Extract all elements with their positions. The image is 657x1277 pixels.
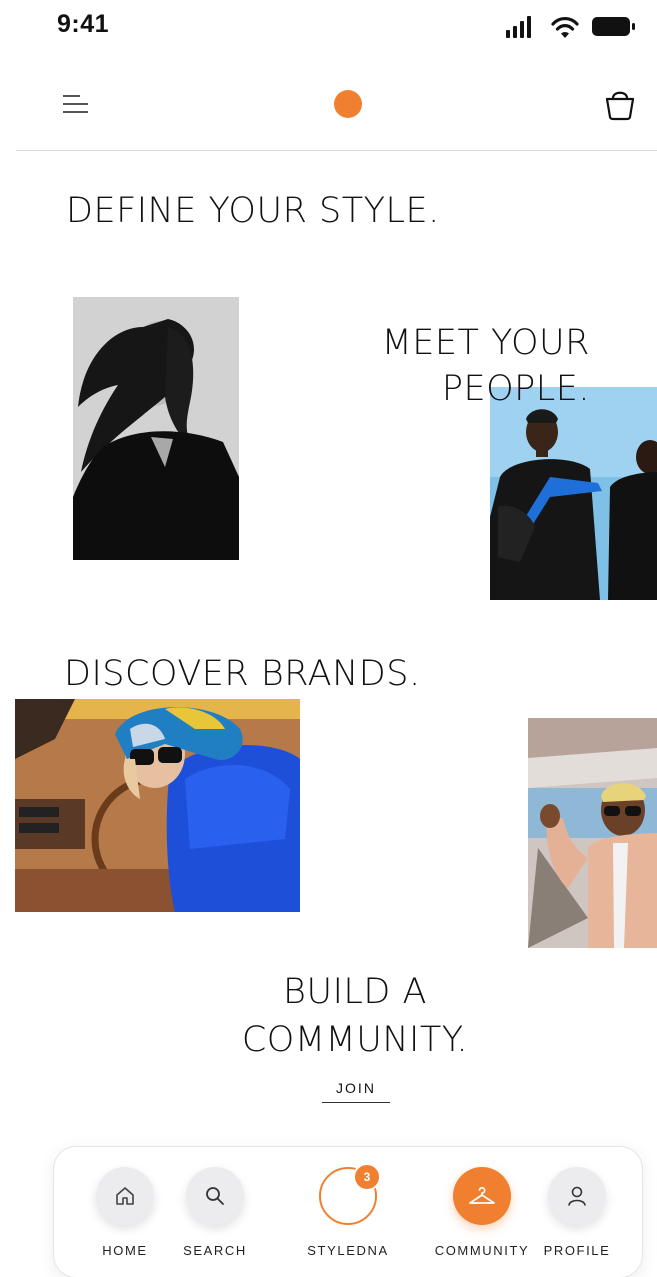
user-icon[interactable]	[548, 1167, 606, 1225]
menu-icon[interactable]	[62, 92, 90, 116]
status-time: 9:41	[57, 10, 110, 38]
nav-item-search[interactable]: SEARCH	[160, 1147, 270, 1277]
nav-item-community[interactable]: COMMUNITY	[427, 1147, 537, 1277]
headline-build-community: BUILD A COMMUNITY.	[241, 972, 469, 1060]
notification-badge: 3	[353, 1163, 381, 1191]
headline-discover-brands: DISCOVER BRANDS.	[64, 654, 421, 694]
nav-item-profile[interactable]: PROFILE	[522, 1147, 632, 1277]
photo-man-on-bus	[528, 718, 657, 948]
nav-label-search: SEARCH	[183, 1243, 247, 1258]
photo-men-streetwear	[490, 387, 657, 600]
styledna-ring-icon[interactable]: 3	[319, 1163, 381, 1225]
brand-logo[interactable]	[334, 90, 362, 118]
wifi-icon	[551, 17, 579, 38]
nav-label-profile: PROFILE	[543, 1243, 611, 1258]
header-divider	[16, 150, 657, 151]
photo-woman-windswept-hair	[73, 297, 239, 560]
join-link[interactable]: JOIN	[322, 1080, 390, 1103]
shopping-bag-icon[interactable]	[602, 86, 638, 122]
search-icon[interactable]	[186, 1167, 244, 1225]
headline-define-style: DEFINE YOUR STYLE.	[66, 191, 440, 231]
signal-icon	[506, 16, 531, 38]
photo-woman-in-car	[15, 699, 300, 912]
hanger-icon[interactable]	[453, 1167, 511, 1225]
home-icon[interactable]	[96, 1167, 154, 1225]
status-icons	[506, 14, 636, 40]
nav-label-community: COMMUNITY	[434, 1243, 530, 1258]
battery-icon	[592, 17, 635, 36]
bottom-navigation: HOME SEARCH 3 STYLEDNA COMMUNITY PROFILE	[54, 1147, 642, 1277]
headline-meet-people: MEET YOUR PEOPLE.	[381, 323, 590, 409]
nav-label-styledna: STYLEDNA	[307, 1243, 389, 1258]
nav-item-styledna[interactable]: 3 STYLEDNA	[293, 1147, 403, 1277]
